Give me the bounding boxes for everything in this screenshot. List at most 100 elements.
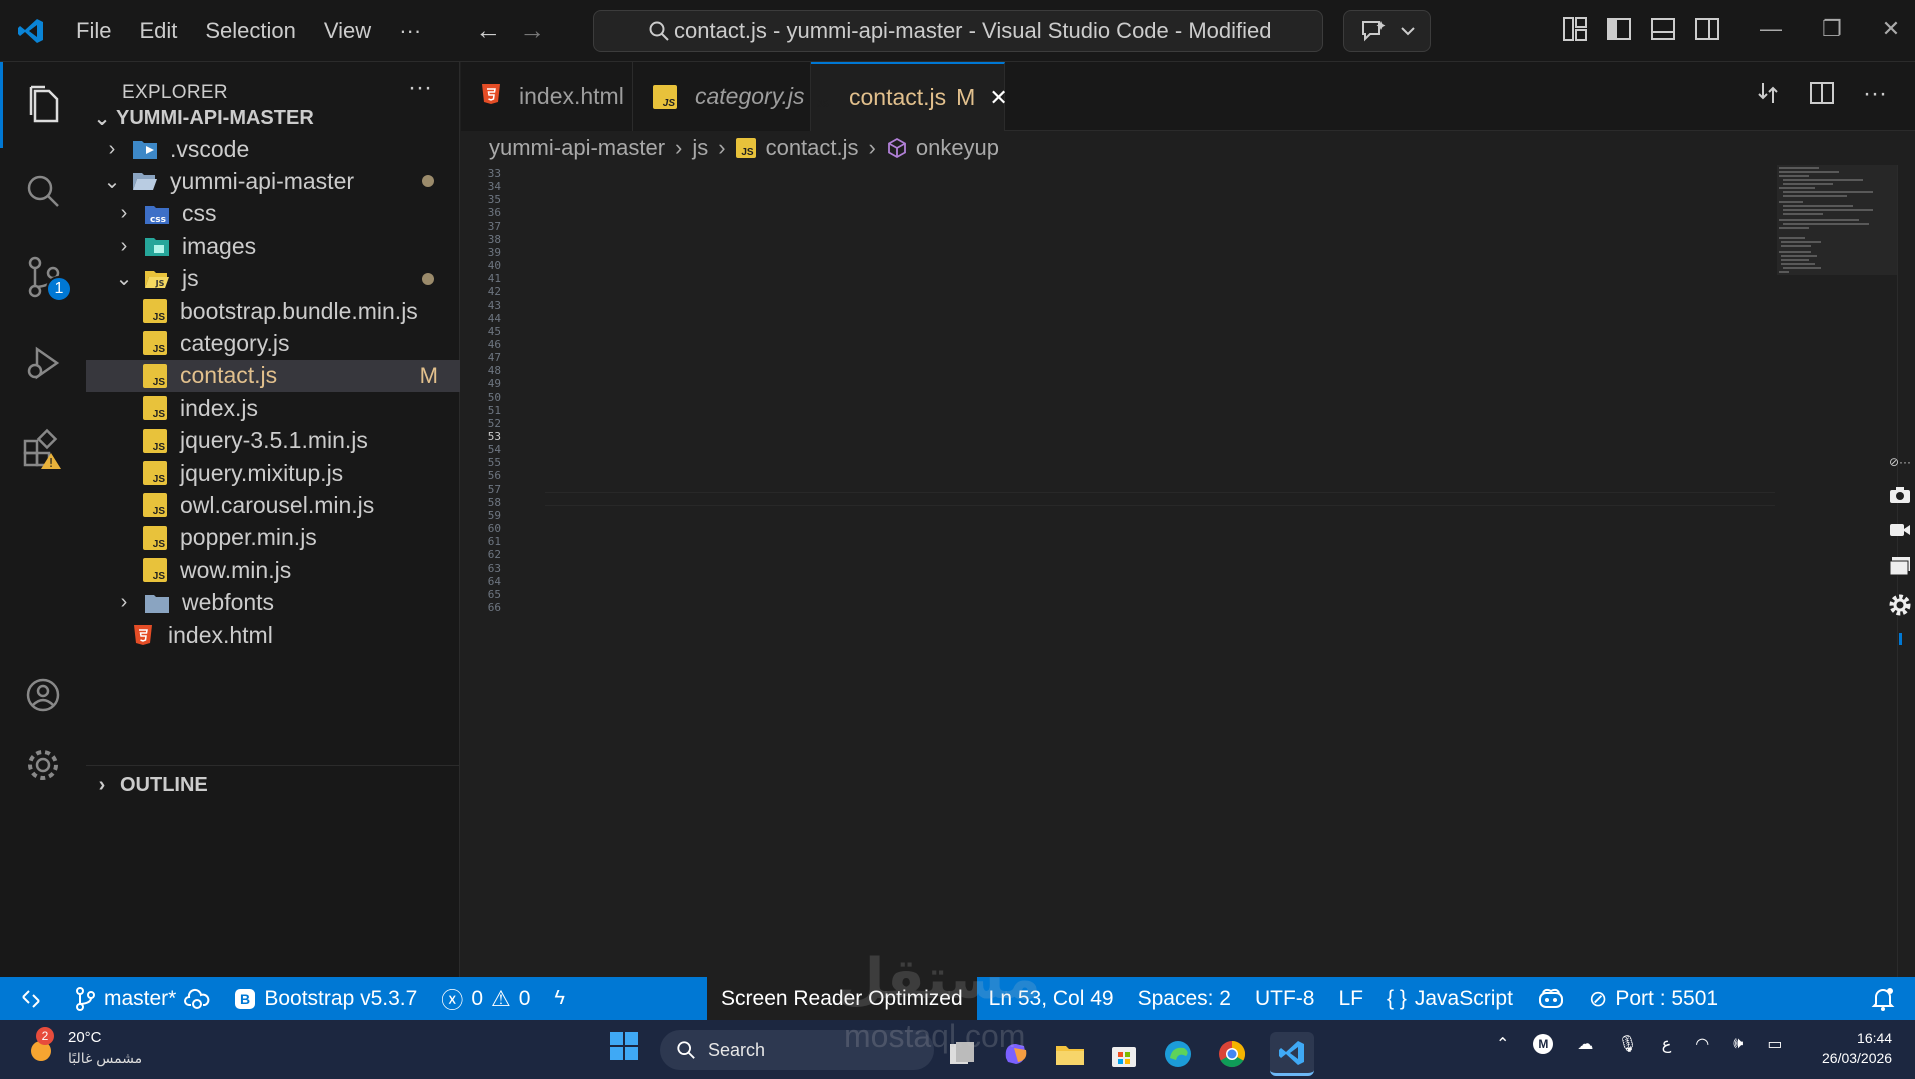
remote-indicator-icon[interactable]	[0, 977, 62, 1020]
tree-item-js[interactable]: ⌄ JS js	[86, 263, 460, 295]
copilot-button[interactable]	[1343, 10, 1431, 52]
close-icon[interactable]: ✕	[989, 85, 1007, 111]
tree-item-contact-js[interactable]: contact.js M	[86, 359, 460, 392]
split-editor-icon[interactable]	[1809, 80, 1835, 106]
toggle-primary-sidebar-icon[interactable]	[1606, 16, 1632, 42]
notifications-bell-icon[interactable]	[1859, 977, 1907, 1020]
tab-category-js[interactable]: category.js	[633, 62, 811, 131]
tree-item-wow-min-js[interactable]: wow.min.js	[86, 554, 460, 586]
customize-layout-icon[interactable]	[1562, 16, 1588, 42]
compare-changes-icon[interactable]	[1755, 80, 1781, 106]
toggle-secondary-sidebar-icon[interactable]	[1694, 16, 1720, 42]
settings-gear-icon[interactable]	[0, 722, 86, 808]
copilot-status-icon[interactable]	[1525, 977, 1577, 1020]
chrome-browser-icon[interactable]	[1216, 1038, 1248, 1070]
weather-widget[interactable]: 2 20°C مشمس غالبًا	[24, 1027, 142, 1068]
restore-icon[interactable]: ❐	[1822, 16, 1842, 42]
breadcrumb-folder[interactable]: js	[692, 135, 708, 161]
menu-bar: File Edit Selection View ···	[62, 18, 435, 44]
tree-item-images[interactable]: › images	[86, 230, 460, 262]
show-hidden-icons[interactable]: ⌃	[1496, 1034, 1509, 1054]
microsoft-store-icon[interactable]	[1108, 1038, 1140, 1070]
more-actions-icon[interactable]: ···	[1863, 80, 1887, 108]
volume-icon[interactable]: 🕪	[1733, 1035, 1743, 1053]
tree-item-label: bootstrap.bundle.min.js	[180, 297, 418, 324]
tree-item-bootstrap-bundle-min-js[interactable]: bootstrap.bundle.min.js	[86, 295, 460, 327]
pin-icon[interactable]: ⊘···	[1889, 455, 1911, 469]
tree-item-category-js[interactable]: category.js	[86, 327, 460, 359]
problems-status[interactable]: ⓧ 0 ⚠ 0	[429, 977, 542, 1020]
eol-status[interactable]: LF	[1326, 977, 1375, 1020]
breadcrumb-root[interactable]: yummi-api-master	[489, 135, 665, 161]
tab-index-html[interactable]: index.html	[461, 62, 633, 131]
window-icon[interactable]	[1888, 555, 1912, 577]
breadcrumb-symbol[interactable]: onkeyup	[916, 135, 999, 161]
battery-icon[interactable]: ▭	[1767, 1034, 1782, 1054]
back-arrow-icon[interactable]: ←	[475, 15, 501, 46]
minimize-icon[interactable]: —	[1760, 16, 1782, 42]
scm-badge: 1	[46, 276, 72, 302]
onedrive-icon[interactable]: ☁	[1577, 1034, 1593, 1054]
minimap[interactable]	[1777, 165, 1897, 305]
tree-item-yummi-api-master[interactable]: ⌄ yummi-api-master	[86, 165, 460, 197]
edge-browser-icon[interactable]	[1162, 1038, 1194, 1070]
braces-icon: { }	[1387, 986, 1407, 1010]
code-editor[interactable]: 33 34 35 36 37 38 39 40 41 42 43 44 45 46 47 48 49 50 51 52…	[461, 165, 1915, 977]
breadcrumb-file[interactable]: contact.js	[766, 135, 859, 161]
system-clock[interactable]: 16:44 26/03/2026	[1822, 1028, 1892, 1068]
title-bar: File Edit Selection View ··· ← → contact…	[0, 0, 1915, 62]
menu-selection[interactable]: Selection	[191, 18, 310, 44]
line-number: 48	[487, 364, 501, 378]
menu-edit[interactable]: Edit	[125, 18, 191, 44]
sync-cloud-icon[interactable]	[184, 988, 210, 1010]
tree-item-webfonts[interactable]: › webfonts	[86, 587, 460, 619]
tree-item-index-html[interactable]: index.html	[86, 619, 460, 651]
start-button[interactable]	[608, 1030, 640, 1067]
search-activity-icon[interactable]	[0, 148, 86, 234]
line-number: 66	[487, 600, 501, 614]
extensions-icon[interactable]: !	[0, 406, 86, 492]
tree-item-owl-carousel-min-js[interactable]: owl.carousel.min.js	[86, 489, 460, 521]
file-explorer-icon[interactable]	[1054, 1038, 1086, 1070]
explorer-icon[interactable]	[0, 62, 86, 148]
lightning-icon[interactable]: ϟ	[542, 977, 577, 1020]
outline-section[interactable]: › OUTLINE	[86, 765, 460, 805]
tab-contact-js[interactable]: contact.js M ✕	[811, 62, 1008, 131]
toggle-panel-icon[interactable]	[1650, 16, 1676, 42]
js-icon	[142, 525, 168, 550]
source-control-icon[interactable]	[0, 234, 86, 320]
live-server-status[interactable]: ⊘ Port : 5501	[1577, 977, 1730, 1020]
video-icon[interactable]	[1888, 521, 1912, 539]
tree-item-label: popper.min.js	[180, 524, 317, 551]
input-language[interactable]: ع	[1662, 1034, 1672, 1054]
wifi-icon[interactable]: ◠	[1695, 1034, 1709, 1054]
close-window-icon[interactable]: ✕	[1882, 16, 1900, 42]
menu-file[interactable]: File	[62, 18, 125, 44]
vscode-taskbar-icon[interactable]	[1270, 1032, 1314, 1076]
tray-app-m-icon[interactable]: M	[1533, 1034, 1554, 1054]
branch-status[interactable]: master*	[62, 977, 222, 1020]
no-entry-icon: ⊘	[1588, 985, 1608, 1011]
tree-item-jquery-3-5-1-min-js[interactable]: jquery-3.5.1.min.js	[86, 425, 460, 457]
command-center[interactable]: contact.js - yummi-api-master - Visual S…	[593, 10, 1323, 52]
tree-item-css[interactable]: › css css	[86, 198, 460, 230]
settings-gear-icon[interactable]	[1888, 593, 1912, 617]
menu-view[interactable]: View	[310, 18, 385, 44]
error-icon: ⓧ	[441, 987, 464, 1013]
workspace-root[interactable]: ⌄ YUMMI-API-MASTER	[86, 98, 460, 138]
language-status[interactable]: { } JavaScript	[1375, 977, 1525, 1020]
forward-arrow-icon[interactable]: →	[519, 15, 545, 46]
tree-item--vscode[interactable]: › .vscode	[86, 133, 460, 165]
line-number: 42	[487, 285, 501, 299]
tree-item-jquery-mixitup-js[interactable]: jquery.mixitup.js	[86, 457, 460, 489]
tree-item-popper-min-js[interactable]: popper.min.js	[86, 522, 460, 554]
bootstrap-status[interactable]: B Bootstrap v5.3.7	[222, 977, 429, 1020]
microphone-icon[interactable]: 🎙︎	[1617, 1034, 1637, 1054]
run-debug-icon[interactable]	[0, 320, 86, 406]
camera-icon[interactable]	[1888, 485, 1912, 505]
tree-item-index-js[interactable]: index.js	[86, 392, 460, 424]
line-number: 45	[487, 324, 501, 338]
encoding-status[interactable]: UTF-8	[1243, 977, 1327, 1020]
indentation-status[interactable]: Spaces: 2	[1126, 977, 1243, 1020]
menu-more[interactable]: ···	[385, 18, 435, 44]
